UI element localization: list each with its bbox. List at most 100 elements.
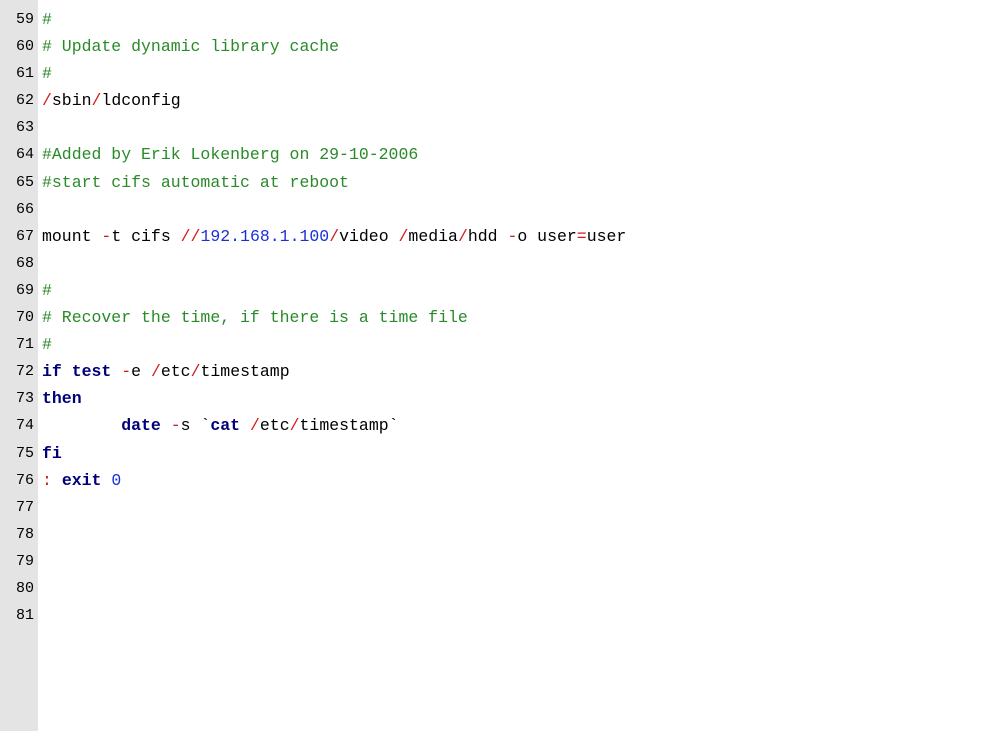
line-number: 66: [15, 200, 34, 218]
code-token: #start cifs automatic at reboot: [42, 172, 349, 192]
code-line[interactable]: 68: [0, 250, 1000, 277]
code-token: # Recover the time, if there is a time f…: [42, 308, 468, 328]
code-text[interactable]: date -s `cat /etc/timestamp`: [42, 412, 399, 439]
code-token: fi: [42, 443, 62, 463]
code-token: :: [42, 470, 52, 490]
code-line[interactable]: 59 #: [0, 6, 1000, 33]
code-token: //: [180, 226, 201, 246]
line-number: 60: [15, 38, 34, 56]
code-token: mount: [42, 226, 102, 246]
code-editor[interactable]: 59 #60 # Update dynamic library cache 61 #62…: [0, 0, 1000, 731]
code-token: /: [91, 91, 102, 111]
code-token: /: [150, 362, 161, 382]
line-number: 80: [15, 579, 34, 597]
code-token: test: [71, 362, 112, 382]
code-line[interactable]: 60 # Update dynamic library cache: [0, 33, 1000, 60]
code-token: -: [101, 226, 112, 246]
code-line[interactable]: 69 #: [0, 277, 1000, 304]
line-number: 76: [15, 471, 34, 489]
line-number: 73: [15, 390, 34, 408]
code-token: 0: [111, 470, 122, 490]
code-line[interactable]: 71 #: [0, 331, 1000, 358]
code-token: #: [42, 280, 52, 300]
code-line[interactable]: 64 #Added by Erik Lokenberg on 29-10-2006: [0, 141, 1000, 168]
code-line[interactable]: 76 : exit 0: [0, 467, 1000, 494]
code-token: sbin: [51, 91, 92, 111]
code-text[interactable]: #: [42, 277, 52, 304]
code-line[interactable]: 67 mount -t cifs //192.168.1.100/video /m…: [0, 223, 1000, 250]
code-line[interactable]: 75 fi: [0, 440, 1000, 467]
code-token: #: [42, 10, 52, 29]
code-token: timestamp`: [299, 416, 399, 436]
code-text[interactable]: # Update dynamic library cache: [42, 33, 339, 60]
code-line[interactable]: 61 #: [0, 60, 1000, 87]
code-text[interactable]: if test -e /etc/timestamp: [42, 358, 290, 385]
code-line[interactable]: 80: [0, 575, 1000, 602]
code-line[interactable]: 74 date -s `cat /etc/timestamp`: [0, 412, 1000, 439]
code-token: /: [289, 416, 300, 436]
line-number: 68: [15, 254, 34, 272]
code-token: /: [249, 416, 260, 436]
code-token: #: [42, 335, 52, 355]
code-token: /: [190, 362, 201, 382]
line-number: 65: [15, 173, 34, 191]
code-line[interactable]: 78: [0, 521, 1000, 548]
code-token: 192.168.1.100: [200, 226, 330, 246]
code-line[interactable]: 77: [0, 494, 1000, 521]
code-line[interactable]: 62/sbin/ldconfig: [0, 87, 1000, 114]
code-token: date: [121, 416, 161, 436]
code-line[interactable]: 63: [0, 114, 1000, 141]
code-line[interactable]: 70 # Recover the time, if there is a time…: [0, 304, 1000, 331]
code-token: /: [457, 226, 468, 246]
line-number: 67: [15, 227, 34, 245]
code-token: o user: [517, 226, 577, 246]
code-token: ldconfig: [101, 91, 181, 111]
code-token: s `: [180, 416, 211, 436]
code-token: e: [131, 362, 151, 382]
line-number: 72: [15, 363, 34, 381]
code-token: media: [408, 226, 458, 246]
code-token: /: [398, 226, 409, 246]
code-token: hdd: [467, 226, 508, 246]
code-text[interactable]: then: [42, 385, 82, 412]
code-text[interactable]: #: [42, 6, 52, 33]
code-line[interactable]: 65 #start cifs automatic at reboot: [0, 169, 1000, 196]
line-number: 59: [15, 11, 34, 28]
line-number: 63: [15, 119, 34, 137]
line-number: 70: [15, 309, 34, 327]
line-number: 81: [15, 607, 34, 625]
code-text[interactable]: #Added by Erik Lokenberg on 29-10-2006: [42, 141, 418, 168]
line-number: 61: [15, 65, 34, 83]
code-text[interactable]: # Recover the time, if there is a time f…: [42, 304, 468, 331]
line-number: 78: [15, 525, 34, 543]
code-token: # Update dynamic library cache: [42, 37, 340, 57]
code-text[interactable]: fi: [42, 440, 62, 467]
code-text[interactable]: #start cifs automatic at reboot: [42, 169, 349, 196]
code-text[interactable]: #: [42, 60, 52, 87]
code-token: #: [42, 64, 52, 84]
code-lines: 59 #60 # Update dynamic library cache 61 #62…: [0, 6, 1000, 629]
code-token: =: [576, 226, 587, 246]
line-number: 71: [15, 336, 34, 354]
code-text[interactable]: : exit 0: [42, 467, 121, 494]
code-token: if: [42, 362, 62, 382]
code-token: /: [42, 91, 52, 111]
code-token: video: [339, 226, 399, 246]
code-token: -: [121, 362, 132, 382]
code-line[interactable]: 79: [0, 548, 1000, 575]
code-line[interactable]: 81: [0, 602, 1000, 629]
code-text[interactable]: /sbin/ldconfig: [42, 87, 181, 114]
code-text[interactable]: #: [42, 331, 52, 358]
code-line[interactable]: 66: [0, 196, 1000, 223]
code-line[interactable]: 72 if test -e /etc/timestamp: [0, 358, 1000, 385]
code-text[interactable]: mount -t cifs //192.168.1.100/video /med…: [42, 223, 626, 250]
code-token: /: [329, 226, 340, 246]
code-line[interactable]: 73 then: [0, 385, 1000, 412]
line-number: 74: [15, 417, 34, 435]
code-token: cat: [210, 416, 241, 436]
